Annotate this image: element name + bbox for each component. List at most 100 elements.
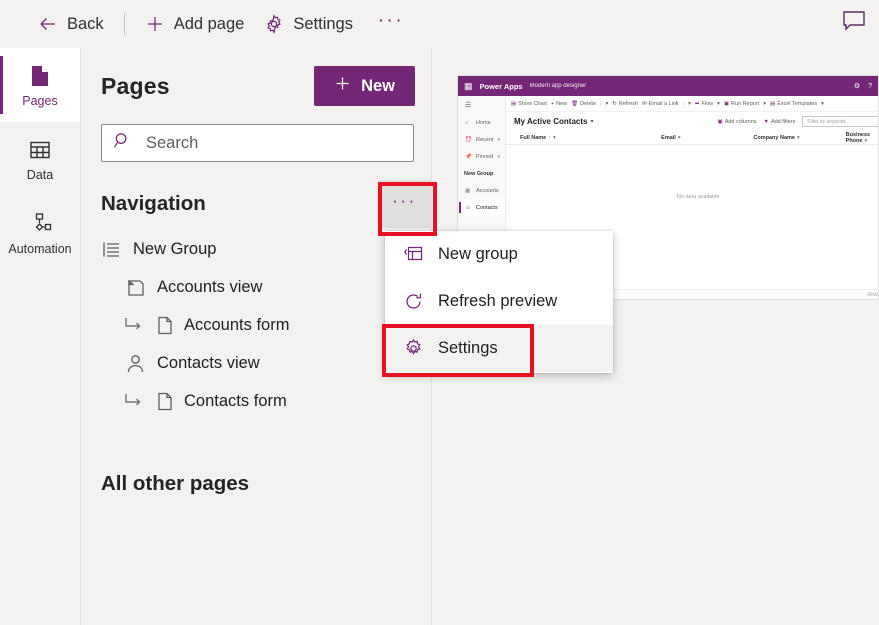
- tree-item-label: Accounts form: [184, 315, 290, 334]
- tree-item-label: Contacts form: [184, 391, 287, 410]
- back-button[interactable]: Back: [28, 4, 114, 44]
- view-icon: [125, 277, 146, 298]
- new-page-button[interactable]: New: [314, 66, 415, 106]
- help-icon[interactable]: ?: [868, 83, 872, 90]
- context-menu-settings[interactable]: Settings: [385, 325, 613, 372]
- preview-column-business-phone[interactable]: Business Phone ▾: [846, 132, 878, 144]
- columns-icon: ▣: [717, 118, 723, 125]
- context-menu-label: Refresh preview: [438, 292, 558, 310]
- collapse-icon[interactable]: ‹: [525, 98, 527, 104]
- preview-cmd-run-report[interactable]: ▣ Run Report: [724, 101, 759, 107]
- gear-icon: [264, 14, 284, 34]
- preview-cmd-label: Run Report: [731, 100, 760, 107]
- preview-filter-input[interactable]: Filter by keyword: [802, 116, 878, 127]
- excel-icon: ▤: [770, 100, 776, 107]
- tree-item-contacts-view[interactable]: Contacts view: [81, 344, 431, 382]
- preview-nav-home[interactable]: ⌂ Home: [458, 114, 505, 131]
- command-bar: Back Add page Settings ···: [0, 0, 879, 48]
- tree-item-contacts-form[interactable]: Contacts form: [81, 382, 431, 420]
- tree-item-new-group[interactable]: New Group: [81, 230, 431, 268]
- plus-icon: [145, 14, 165, 34]
- preview-add-columns-button[interactable]: ▣ Add columns: [718, 119, 757, 125]
- preview-cmd-divider: |: [682, 100, 685, 107]
- rail-item-automation[interactable]: Automation: [0, 196, 80, 270]
- pages-panel-header: Pages New: [81, 48, 431, 106]
- navigation-context-menu: New group Refresh preview Settings: [385, 231, 613, 373]
- preview-cmd-label: New: [556, 100, 568, 107]
- preview-add-filters-label: Add filters: [770, 118, 796, 125]
- preview-nav-group-title: New Group: [458, 165, 505, 182]
- chevron-down-icon: ▾: [497, 153, 500, 160]
- chevron-down-icon[interactable]: ▾: [605, 101, 608, 107]
- preview-column-label: Email: [661, 134, 676, 141]
- preview-nav-label: Pinned: [476, 153, 494, 160]
- preview-view-tools: ▣ Add columns ▼ Add filters Filter by ke…: [718, 116, 878, 127]
- preview-column-label: Company Name: [753, 134, 795, 141]
- new-page-button-label: New: [361, 76, 395, 95]
- preview-brand: Power Apps: [479, 81, 523, 91]
- plus-icon: +: [550, 100, 555, 107]
- form-page-icon: [154, 391, 175, 412]
- preview-nav-accounts[interactable]: ▦ Accounts: [458, 182, 505, 199]
- chevron-down-icon[interactable]: ▾: [688, 101, 691, 107]
- settings-button-label: Settings: [293, 14, 353, 33]
- context-menu-new-group[interactable]: New group: [385, 231, 613, 278]
- preview-topbar: ▦ Power Apps Modern app designer ⚙ ?: [458, 76, 878, 96]
- sort-ascending-icon: ↑: [548, 134, 551, 141]
- automation-icon: [27, 211, 53, 237]
- preview-nav-pinned[interactable]: 📌 Pinned ▾: [458, 148, 505, 165]
- chevron-down-icon[interactable]: ▾: [763, 101, 766, 107]
- preview-subtitle: Modern app designer: [529, 83, 587, 89]
- preview-nav-recent[interactable]: ⏰ Recent ▾: [458, 131, 505, 148]
- preview-nav-contacts[interactable]: ☺ Contacts: [458, 199, 505, 216]
- chevron-down-icon[interactable]: ▾: [821, 101, 824, 107]
- tree-item-accounts-form[interactable]: Accounts form: [81, 306, 431, 344]
- settings-button[interactable]: Settings: [254, 4, 363, 44]
- preview-cmd-show-chart[interactable]: ▤ Show Chart: [511, 101, 547, 107]
- add-page-button[interactable]: Add page: [135, 4, 255, 44]
- command-bar-overflow-button[interactable]: ···: [373, 6, 409, 42]
- navigation-section-header: Navigation ···: [81, 180, 431, 228]
- command-bar-divider: [123, 13, 125, 35]
- search-input[interactable]: [144, 132, 402, 154]
- feedback-button[interactable]: [835, 4, 873, 42]
- tree-item-accounts-view[interactable]: Accounts view: [81, 268, 431, 306]
- rail-item-pages[interactable]: Pages: [0, 48, 80, 122]
- gear-icon: [403, 338, 424, 359]
- tree-item-label: Accounts view: [157, 277, 263, 296]
- preview-cmd-refresh[interactable]: ↻ Refresh: [612, 101, 638, 107]
- preview-cmd-label: Excel Templates: [777, 100, 818, 107]
- preview-column-email[interactable]: Email ▾: [661, 135, 753, 141]
- trash-icon: 🗑: [571, 100, 579, 107]
- preview-cmd-flow[interactable]: ➦ Flow: [695, 101, 713, 107]
- preview-cmd-new[interactable]: + New: [551, 101, 567, 107]
- preview-nav-label: Contacts: [476, 204, 498, 211]
- preview-command-bar: ‹ ▤ Show Chart + New 🗑 Delete | ▾ ↻ Refr…: [505, 96, 878, 112]
- chevron-down-icon[interactable]: ▾: [717, 101, 720, 107]
- preview-cmd-excel-templates[interactable]: ▤ Excel Templates: [770, 101, 817, 107]
- arrow-left-icon: [38, 14, 58, 34]
- preview-view-name[interactable]: My Active Contacts: [514, 117, 588, 126]
- context-menu-refresh-preview[interactable]: Refresh preview: [385, 278, 613, 325]
- preview-cmd-label: Flow: [701, 100, 714, 107]
- rail-item-data[interactable]: Data: [0, 122, 80, 196]
- preview-add-filters-button[interactable]: ▼ Add filters: [764, 119, 796, 125]
- preview-cmd-delete[interactable]: 🗑 Delete: [571, 101, 596, 107]
- rail-label-data: Data: [26, 167, 54, 182]
- refresh-icon: ↻: [612, 100, 617, 107]
- preview-nav-label: Recent: [476, 136, 494, 143]
- preview-column-company-name[interactable]: Company Name ▾: [753, 135, 845, 141]
- chevron-down-icon[interactable]: ▾: [590, 118, 593, 125]
- hamburger-icon[interactable]: ☰: [458, 101, 505, 114]
- filter-icon: ▼: [763, 118, 769, 125]
- preview-view-selector-row: My Active Contacts ▾ ▣ Add columns ▼ Add…: [506, 112, 878, 131]
- gear-icon[interactable]: ⚙: [854, 82, 860, 90]
- tree-item-label: Contacts view: [157, 353, 260, 372]
- chevron-down-icon: ▾: [497, 136, 500, 143]
- navigation-more-button[interactable]: ···: [378, 180, 431, 228]
- search-box[interactable]: [101, 124, 414, 162]
- home-icon: ⌂: [465, 119, 469, 126]
- preview-column-full-name[interactable]: Full Name ↑ ▾: [520, 135, 661, 141]
- search-container: [81, 106, 431, 162]
- preview-cmd-email-link[interactable]: ✉ Email a Link: [642, 101, 679, 107]
